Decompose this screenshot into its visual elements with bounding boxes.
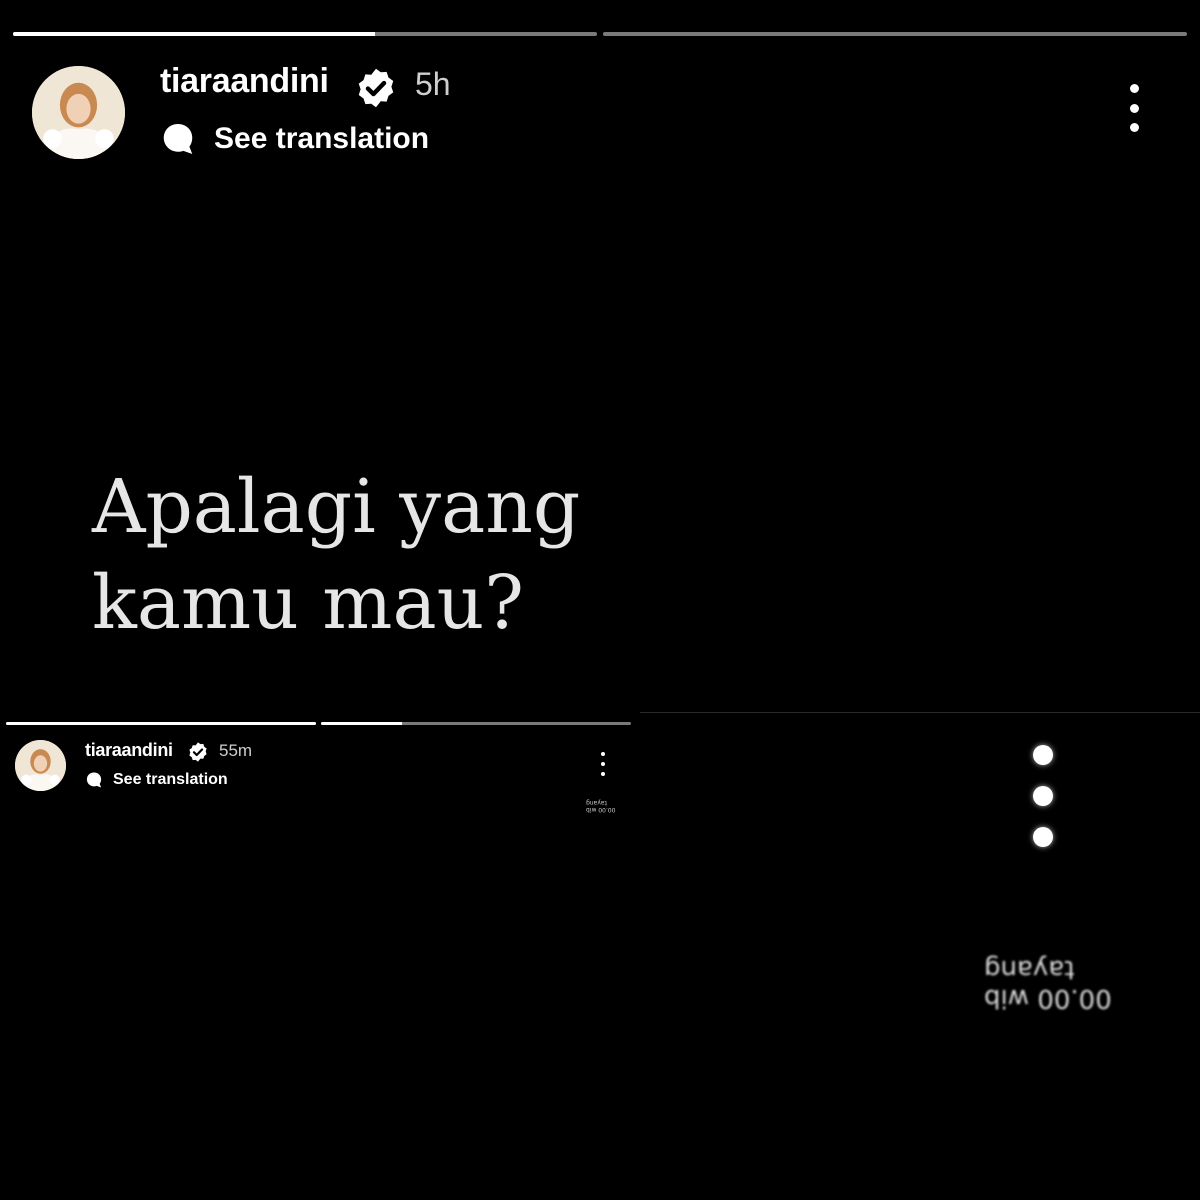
see-translation-button[interactable]: See translation: [85, 769, 228, 791]
story-progress-bar-4: [321, 722, 631, 725]
more-dot: [601, 762, 605, 766]
post-time: 5h: [415, 66, 451, 102]
speech-bubble-icon: [85, 771, 103, 789]
verified-badge-icon: [354, 66, 398, 110]
username[interactable]: tiaraandini: [160, 62, 329, 101]
more-vertical-icon: [1129, 84, 1139, 93]
verified-badge-icon: [187, 741, 209, 763]
mirrored-caption-zoom: 00.00 wib tayang: [984, 954, 1112, 1014]
more-dot: [1033, 827, 1053, 847]
story-progress-bar-2: [603, 32, 1187, 36]
speech-bubble-icon: [160, 121, 196, 157]
story-progress-bar-3: [6, 722, 316, 725]
more-dot: [601, 772, 605, 776]
more-options-button[interactable]: [598, 752, 608, 776]
more-options-zoom: [1030, 745, 1056, 847]
see-translation-label: See translation: [214, 122, 430, 155]
mirrored-line-2: tayang: [984, 954, 1075, 985]
more-vertical-icon: [1033, 745, 1053, 765]
avatar[interactable]: [32, 66, 125, 159]
mirrored-line-1: 00.00 wib: [586, 806, 616, 814]
more-dot: [1129, 123, 1139, 132]
more-dot: [1129, 103, 1139, 113]
story-progress-fill-1: [13, 32, 376, 36]
story-text-line-2: kamu mau?: [92, 560, 524, 646]
see-translation-label: See translation: [113, 771, 228, 788]
avatar-image: [15, 740, 66, 791]
avatar-image: [32, 66, 125, 159]
avatar[interactable]: [15, 740, 66, 791]
panel-divider: [640, 712, 1200, 713]
username[interactable]: tiaraandini: [85, 740, 173, 761]
post-time: 55m: [219, 741, 253, 760]
mirrored-line-2: tayang: [586, 799, 607, 807]
more-vertical-icon: [601, 752, 605, 756]
more-options-button[interactable]: [1124, 84, 1144, 132]
mirrored-caption: 00.00 wib tayang: [586, 799, 616, 814]
story-progress-bar-1: [13, 32, 597, 36]
story-progress-fill-4: [321, 722, 402, 725]
story-progress-fill-3: [6, 722, 316, 725]
story-text-line-1: Apalagi yang: [92, 464, 581, 550]
more-dot: [1033, 786, 1053, 806]
see-translation-button[interactable]: See translation: [160, 118, 429, 160]
mirrored-line-1: 00.00 wib: [984, 983, 1112, 1014]
